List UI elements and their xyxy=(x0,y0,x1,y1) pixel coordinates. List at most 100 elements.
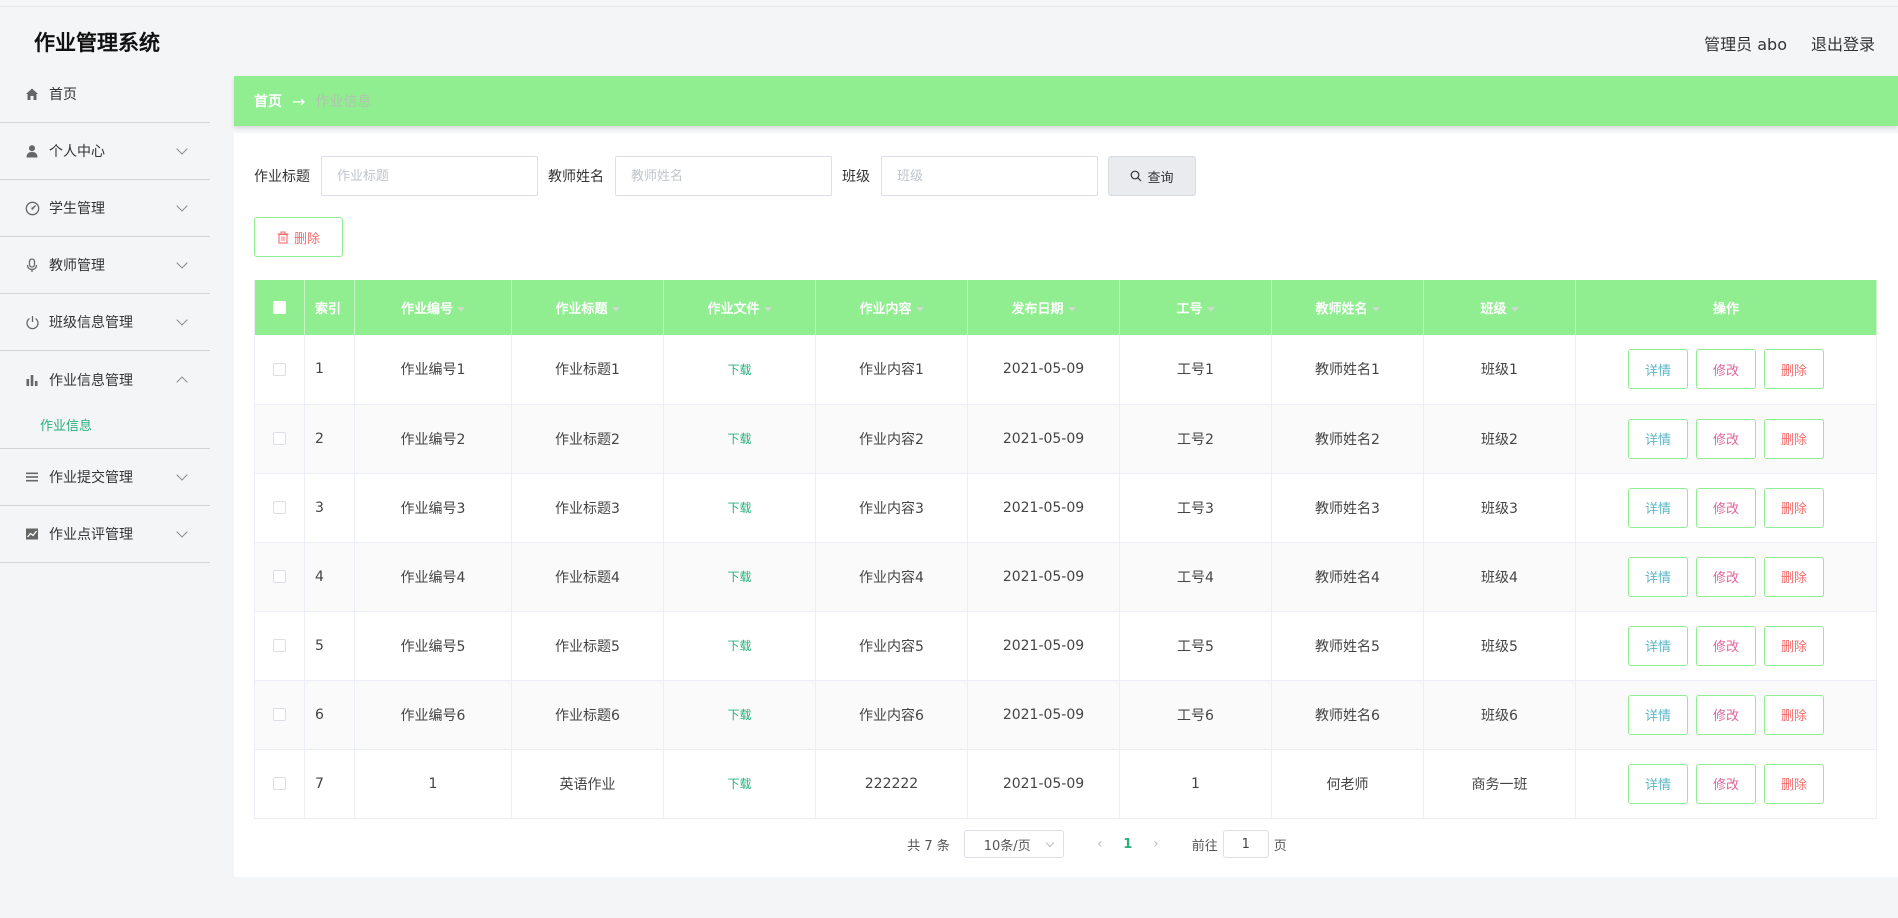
cell-teacher: 教师姓名4 xyxy=(1271,542,1424,612)
sidebar-item-class-management[interactable]: 班级信息管理 xyxy=(0,294,210,351)
cell-actions: 详情 修改 删除 xyxy=(1575,680,1877,750)
cell-file: 下载 xyxy=(663,542,816,612)
sort-icon xyxy=(611,307,620,312)
delete-button[interactable]: 删除 xyxy=(1764,487,1824,528)
edit-button[interactable]: 修改 xyxy=(1696,556,1756,597)
cell-teacher: 教师姓名6 xyxy=(1271,680,1424,750)
cell-code: 作业编号3 xyxy=(354,473,512,543)
detail-button[interactable]: 详情 xyxy=(1628,763,1688,804)
cell-title: 作业标题1 xyxy=(511,335,664,405)
sidebar-item-homework-management[interactable]: 作业信息管理 xyxy=(0,351,210,408)
cell-class: 班级6 xyxy=(1423,680,1576,750)
delete-button[interactable]: 删除 xyxy=(1764,418,1824,459)
breadcrumb-home[interactable]: 首页 xyxy=(254,91,282,111)
cell-actions: 详情 修改 删除 xyxy=(1575,404,1877,474)
logout-link[interactable]: 退出登录 xyxy=(1811,31,1875,55)
breadcrumb-arrow-icon: → xyxy=(292,91,306,111)
page-size-select[interactable]: 10条/页 xyxy=(963,830,1064,858)
delete-button[interactable]: 删除 xyxy=(1764,556,1824,597)
cell-date: 2021-05-09 xyxy=(967,473,1120,543)
cell-index: 6 xyxy=(304,680,355,750)
detail-button[interactable]: 详情 xyxy=(1628,556,1688,597)
column-header-index: 索引 xyxy=(304,280,355,335)
cell-title: 作业标题2 xyxy=(511,404,664,474)
sidebar-item-label: 学生管理 xyxy=(49,201,105,217)
sidebar-item-teacher-management[interactable]: 教师管理 xyxy=(0,237,210,294)
download-link[interactable]: 下载 xyxy=(727,501,751,515)
cell-title: 英语作业 xyxy=(511,749,664,819)
table-row: 6 作业编号6 作业标题6 下载 作业内容6 2021-05-09 工号6 教师姓名6 班级6 详… xyxy=(254,680,1877,750)
edit-button[interactable]: 修改 xyxy=(1696,694,1756,735)
sidebar-item-submission-management[interactable]: 作业提交管理 xyxy=(0,449,210,506)
detail-button[interactable]: 详情 xyxy=(1628,694,1688,735)
row-checkbox[interactable] xyxy=(273,501,286,514)
row-checkbox[interactable] xyxy=(273,432,286,445)
column-header-content[interactable]: 作业内容 xyxy=(815,280,968,335)
delete-button[interactable]: 删除 xyxy=(1764,349,1824,390)
delete-button[interactable]: 删除 xyxy=(1764,625,1824,666)
column-header-title[interactable]: 作业标题 xyxy=(511,280,664,335)
sort-icon xyxy=(1206,307,1215,312)
column-header-staff-id[interactable]: 工号 xyxy=(1119,280,1272,335)
table-row: 3 作业编号3 作业标题3 下载 作业内容3 2021-05-09 工号3 教师姓名3 班级3 详… xyxy=(254,473,1877,543)
cell-date: 2021-05-09 xyxy=(967,404,1120,474)
download-link[interactable]: 下载 xyxy=(727,363,751,377)
row-checkbox[interactable] xyxy=(273,570,286,583)
pagination-total: 共 7 条 xyxy=(907,838,950,854)
cell-title: 作业标题4 xyxy=(511,542,664,612)
edit-button[interactable]: 修改 xyxy=(1696,349,1756,390)
select-all-checkbox[interactable] xyxy=(273,301,286,314)
teacher-search-input[interactable] xyxy=(615,156,832,196)
row-checkbox[interactable] xyxy=(273,777,286,790)
download-link[interactable]: 下载 xyxy=(727,432,751,446)
class-label: 班级 xyxy=(842,169,870,185)
detail-button[interactable]: 详情 xyxy=(1628,418,1688,459)
edit-button[interactable]: 修改 xyxy=(1696,487,1756,528)
cell-code: 作业编号5 xyxy=(354,611,512,681)
sidebar-item-review-management[interactable]: 作业点评管理 xyxy=(0,506,210,563)
sidebar-item-home[interactable]: 首页 xyxy=(0,66,210,123)
download-link[interactable]: 下载 xyxy=(727,777,751,791)
batch-delete-button[interactable]: 删除 xyxy=(254,217,343,257)
delete-button[interactable]: 删除 xyxy=(1764,763,1824,804)
cell-staff-id: 工号6 xyxy=(1119,680,1272,750)
download-link[interactable]: 下载 xyxy=(727,639,751,653)
column-header-date[interactable]: 发布日期 xyxy=(967,280,1120,335)
row-checkbox[interactable] xyxy=(273,362,286,376)
cell-index: 4 xyxy=(304,542,355,612)
cell-index: 2 xyxy=(304,404,355,474)
power-icon xyxy=(24,314,40,330)
next-page-button[interactable]: › xyxy=(1144,836,1168,852)
detail-button[interactable]: 详情 xyxy=(1628,625,1688,666)
prev-page-button[interactable]: ‹ xyxy=(1088,836,1112,852)
trash-icon xyxy=(277,231,289,244)
chevron-down-icon xyxy=(176,314,188,326)
column-header-code[interactable]: 作业编号 xyxy=(354,280,512,335)
class-search-input[interactable] xyxy=(881,156,1098,196)
sidebar-item-student-management[interactable]: 学生管理 xyxy=(0,180,210,237)
download-link[interactable]: 下载 xyxy=(727,570,751,584)
cell-actions: 详情 修改 删除 xyxy=(1575,335,1877,405)
delete-button[interactable]: 删除 xyxy=(1764,694,1824,735)
detail-button[interactable]: 详情 xyxy=(1628,487,1688,528)
column-header-teacher[interactable]: 教师姓名 xyxy=(1271,280,1424,335)
microphone-icon xyxy=(24,257,40,273)
sidebar-item-personal-center[interactable]: 个人中心 xyxy=(0,123,210,180)
edit-button[interactable]: 修改 xyxy=(1696,418,1756,459)
column-header-class[interactable]: 班级 xyxy=(1423,280,1576,335)
title-search-input[interactable] xyxy=(321,156,538,196)
detail-button[interactable]: 详情 xyxy=(1628,349,1688,390)
download-link[interactable]: 下载 xyxy=(727,708,751,722)
row-checkbox[interactable] xyxy=(273,708,286,721)
query-button[interactable]: 查询 xyxy=(1108,156,1196,196)
sort-icon xyxy=(1067,307,1076,312)
cell-date: 2021-05-09 xyxy=(967,611,1120,681)
row-checkbox[interactable] xyxy=(273,639,286,652)
column-header-file[interactable]: 作业文件 xyxy=(663,280,816,335)
goto-page-input[interactable] xyxy=(1222,830,1269,858)
cell-code: 作业编号6 xyxy=(354,680,512,750)
edit-button[interactable]: 修改 xyxy=(1696,625,1756,666)
edit-button[interactable]: 修改 xyxy=(1696,763,1756,804)
cell-index: 3 xyxy=(304,473,355,543)
page-number-current[interactable]: 1 xyxy=(1112,837,1144,852)
